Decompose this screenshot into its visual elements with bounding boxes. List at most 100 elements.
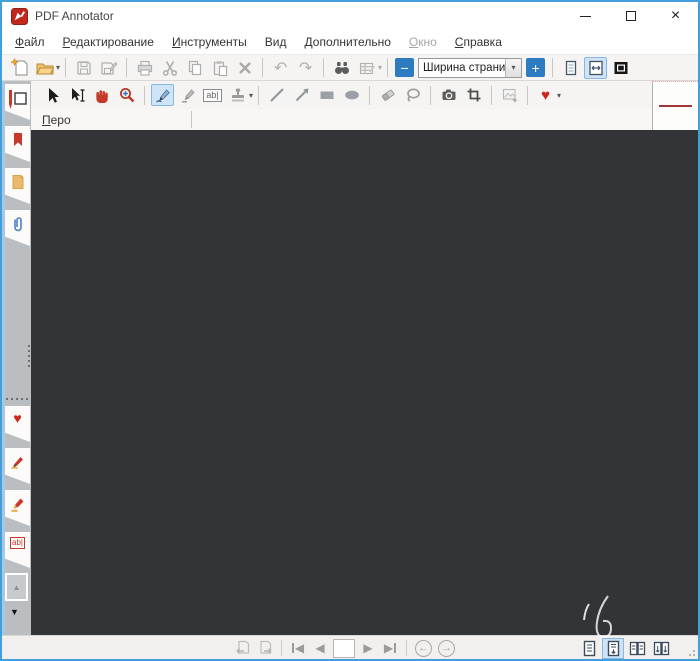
snapshot-tool-button[interactable]	[437, 84, 460, 106]
sidebar-scroll-up-button[interactable]: ▲	[5, 573, 28, 601]
sidebar-tab-text[interactable]: ab|	[5, 532, 30, 568]
sidebar-tab-marker[interactable]	[5, 490, 30, 526]
sidebar-splitter-handle[interactable]	[28, 345, 30, 367]
next-page-icon: ▶	[363, 641, 373, 655]
line-icon	[269, 88, 284, 102]
undo-button: ↶	[269, 57, 292, 79]
zoom-level-combobox[interactable]: Ширина страни ▾	[418, 57, 523, 78]
eraser-tool-button[interactable]	[376, 84, 399, 106]
maximize-button[interactable]	[608, 2, 653, 30]
menu-view[interactable]: Вид	[256, 31, 296, 53]
binoculars-icon	[334, 61, 349, 74]
title-bar: PDF Annotator ×	[2, 2, 698, 30]
last-page-button: ▶	[379, 638, 401, 659]
favorites-dropdown-caret-icon[interactable]: ▾	[557, 91, 561, 100]
layout-single-page-button[interactable]	[578, 638, 600, 659]
previous-page-button: ◀	[309, 638, 331, 659]
previous-page-icon: ◀	[315, 641, 325, 655]
new-document-button[interactable]	[8, 57, 31, 79]
select-tool-button[interactable]	[40, 84, 63, 106]
close-button[interactable]: ×	[653, 2, 698, 30]
main-toolbar: ▾ ↶ ↷ ▾ − Ширина страни ▾ +	[2, 54, 698, 81]
crop-tool-button[interactable]	[462, 84, 485, 106]
zoom-out-button[interactable]: −	[395, 58, 415, 77]
first-page-bar-icon	[291, 643, 294, 653]
sidebar-section-divider	[6, 398, 28, 400]
zoom-level-value: Ширина страни	[423, 61, 506, 74]
previous-view-icon	[236, 640, 250, 654]
minimize-button[interactable]	[563, 2, 608, 30]
ellipse-tool-button[interactable]	[340, 84, 363, 106]
heart-icon: ♥	[541, 86, 550, 104]
save-icon	[76, 60, 91, 75]
page-navigation-group: ◀ ◀ ▶ ▶ ← →	[232, 637, 458, 659]
scroll-down-icon: ▼	[10, 607, 19, 617]
marker-tool-button[interactable]	[176, 84, 199, 106]
layout-continuous-button[interactable]	[602, 637, 624, 659]
fullscreen-view-button[interactable]	[609, 57, 632, 79]
select-text-tool-button[interactable]	[65, 84, 88, 106]
pen-tool-button[interactable]	[151, 84, 174, 106]
lasso-tool-button[interactable]	[401, 84, 424, 106]
page-number-input[interactable]	[333, 638, 355, 658]
sidebar-scroll-down-button[interactable]: ▼	[10, 608, 19, 617]
last-page-icon: ▶	[383, 641, 394, 655]
sidebar-tab-pen[interactable]	[5, 448, 30, 484]
menu-bar: Файл Редактирование Инструменты Вид Допо…	[2, 30, 698, 54]
text-tool-button[interactable]: ab|	[201, 84, 224, 106]
continuous-facing-layout-icon	[653, 641, 669, 655]
sidebar-tab-favorites[interactable]: ♥	[5, 406, 30, 442]
menu-file[interactable]: Файл	[6, 31, 54, 53]
combobox-arrow-icon[interactable]: ▾	[505, 58, 522, 77]
arrow-tool-button[interactable]	[290, 84, 313, 106]
line-tool-button[interactable]	[265, 84, 288, 106]
menu-tools[interactable]: Инструменты	[163, 31, 256, 53]
stamp-dropdown-caret-icon[interactable]: ▾	[249, 91, 253, 100]
menu-help[interactable]: Справка	[446, 31, 511, 53]
open-dropdown-caret-icon[interactable]: ▾	[56, 63, 60, 72]
hand-icon	[95, 90, 108, 103]
fullscreen-icon	[614, 61, 628, 74]
cut-button	[158, 57, 181, 79]
sidebar-tab-current-tool[interactable]	[5, 84, 30, 120]
fit-width-view-button[interactable]	[584, 56, 608, 79]
stamp-tool-button[interactable]	[226, 84, 249, 106]
rectangle-tool-button[interactable]	[315, 84, 338, 106]
menu-edit[interactable]: Редактирование	[54, 31, 163, 53]
search-button[interactable]	[330, 57, 353, 79]
delete-x-icon	[238, 61, 251, 74]
tool-properties-bar: Перо	[31, 109, 652, 130]
next-page-button: ▶	[357, 638, 379, 659]
delete-button	[233, 57, 256, 79]
document-canvas	[31, 130, 698, 635]
pen-stroke-sample	[659, 105, 692, 107]
resize-grip[interactable]	[685, 646, 695, 656]
zoom-in-button[interactable]: +	[526, 58, 546, 77]
window-title: PDF Annotator	[35, 9, 114, 23]
back-arrow-icon: ←	[418, 642, 429, 654]
sidebar-tab-attachments[interactable]	[5, 210, 30, 246]
redo-icon: ↷	[298, 59, 313, 77]
open-file-button[interactable]	[33, 57, 56, 79]
pan-tool-button[interactable]	[90, 84, 113, 106]
zoom-tool-button[interactable]	[115, 84, 138, 106]
bottombar-separator	[406, 640, 407, 656]
cursor-arrow-icon	[48, 88, 59, 103]
sidebar-tab-bookmarks[interactable]	[5, 126, 30, 162]
status-navigation-bar: ◀ ◀ ▶ ▶ ← →	[2, 635, 698, 659]
camera-icon	[442, 89, 456, 100]
toolbar-separator	[262, 58, 264, 77]
layout-continuous-facing-button[interactable]	[650, 638, 672, 659]
properties-separator	[191, 111, 192, 128]
favorites-button[interactable]: ♥	[534, 84, 557, 106]
menu-extras[interactable]: Дополнительно	[296, 31, 400, 53]
single-page-view-button[interactable]	[559, 57, 582, 79]
sidebar-tab-notes[interactable]	[5, 168, 30, 204]
pen-style-preview-panel[interactable]	[652, 81, 698, 130]
maximize-icon	[625, 11, 636, 21]
text-cursor-icon	[71, 88, 84, 102]
sidebar-tabs-top	[2, 84, 31, 252]
text-tab-icon: ab|	[10, 537, 25, 549]
layout-facing-pages-button[interactable]	[626, 638, 648, 659]
lasso-icon	[406, 88, 420, 102]
